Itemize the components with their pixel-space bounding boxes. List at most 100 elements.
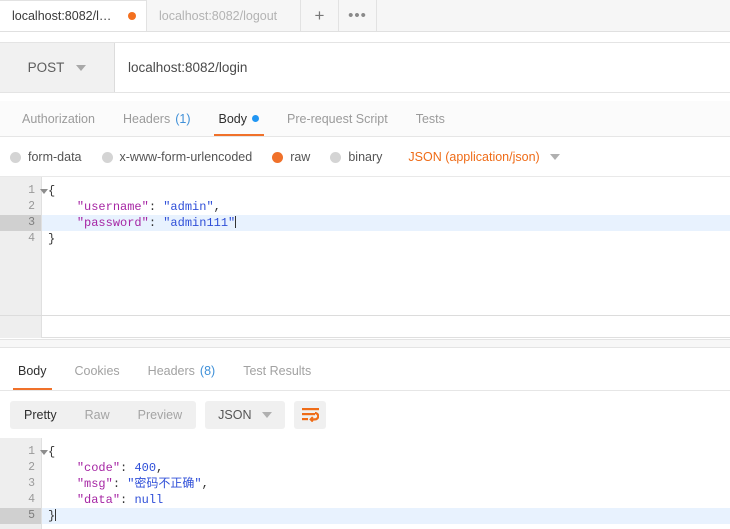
code-token: } [48, 509, 56, 523]
code-token: : [148, 200, 164, 214]
view-label: Pretty [24, 408, 57, 422]
request-tab-label: localhost:8082/login [12, 9, 115, 23]
format-label: JSON [218, 408, 252, 422]
response-tab-body[interactable]: Body [4, 352, 61, 390]
word-wrap-toggle[interactable] [294, 401, 327, 429]
body-type-label: x-www-form-urlencoded [119, 150, 253, 164]
request-editor-code[interactable]: { "username": "admin", "password": "admi… [42, 177, 730, 315]
tab-label: Headers [147, 364, 195, 378]
code-line: "password": "admin111" [42, 215, 730, 231]
request-tab-logout[interactable]: localhost:8082/logout [146, 0, 301, 31]
chevron-down-icon [262, 412, 273, 418]
tab-pre-request-script[interactable]: Pre-request Script [273, 101, 402, 136]
request-editor-gutter: 12 34 [0, 177, 48, 315]
code-token: , [213, 200, 221, 214]
code-line: { [42, 183, 730, 199]
code-token: "admin111" [163, 216, 236, 230]
body-type-label: raw [290, 150, 311, 164]
body-type-form-data[interactable]: form-data [10, 150, 82, 164]
request-tab-label: localhost:8082/logout [159, 8, 278, 23]
ellipsis-icon: ••• [348, 7, 367, 24]
code-token: } [48, 232, 56, 246]
request-editor-footer-gutter [0, 316, 42, 338]
body-present-dot-icon [252, 115, 259, 122]
code-token: "code" [76, 461, 121, 475]
http-method-selector[interactable]: POST [0, 43, 115, 92]
code-token: 400 [134, 461, 157, 475]
response-body-editor[interactable]: 12 3 4 5 { "code": 400, "msg": "密码不正确", "da… [0, 438, 730, 529]
content-type-selector[interactable]: JSON (application/json) [408, 150, 560, 164]
headers-count: (1) [175, 111, 191, 126]
code-token: , [201, 477, 209, 491]
code-token: : [120, 461, 135, 475]
word-wrap-icon [301, 408, 319, 422]
code-token: , [156, 461, 164, 475]
tab-label: Headers [122, 111, 171, 126]
response-format-selector[interactable]: JSON [205, 401, 286, 429]
response-editor-code[interactable]: { "code": 400, "msg": "密码不正确", "data": n… [42, 438, 730, 529]
chevron-down-icon [76, 64, 87, 71]
code-token: { [48, 445, 56, 459]
radio-icon [330, 151, 342, 163]
view-pretty[interactable]: Pretty [10, 401, 71, 429]
code-token: "data" [76, 493, 121, 507]
request-tab-strip: localhost:8082/login localhost:8082/logo… [0, 0, 730, 32]
body-type-row: form-data x-www-form-urlencoded raw bina… [0, 138, 730, 177]
panel-splitter[interactable] [0, 339, 730, 348]
view-preview[interactable]: Preview [124, 401, 196, 429]
tab-label: Test Results [243, 364, 312, 378]
url-text: localhost:8082/login [128, 60, 248, 75]
code-line: "code": 400, [42, 460, 730, 476]
body-type-label: binary [348, 150, 383, 164]
code-line: "username": "admin", [42, 199, 730, 215]
chevron-down-icon [549, 154, 560, 160]
tab-options-button[interactable]: ••• [339, 0, 377, 31]
request-editor-footer [0, 316, 730, 338]
code-line: "msg": "密码不正确", [42, 476, 730, 492]
tab-body[interactable]: Body [205, 101, 274, 136]
body-type-urlencoded[interactable]: x-www-form-urlencoded [101, 150, 253, 164]
response-tab-cookies[interactable]: Cookies [61, 352, 134, 390]
code-token: "username" [76, 200, 149, 214]
line-number: 4 [28, 232, 35, 245]
code-line: "data": null [42, 492, 730, 508]
tab-headers[interactable]: Headers (1) [109, 101, 205, 136]
request-body-editor[interactable]: 12 34 { "username": "admin", "password": … [0, 177, 730, 316]
response-tab-headers[interactable]: Headers (8) [134, 352, 230, 390]
code-token: null [134, 493, 164, 507]
view-raw[interactable]: Raw [71, 401, 124, 429]
code-token: : [112, 477, 128, 491]
body-type-binary[interactable]: binary [330, 150, 382, 164]
tab-label: Tests [415, 111, 445, 126]
tab-label: Authorization [22, 111, 95, 126]
body-type-raw[interactable]: raw [272, 150, 310, 164]
tab-label: Pre-request Script [287, 111, 388, 126]
response-section-tabs: Body Cookies Headers (8) Test Results [0, 352, 730, 391]
response-toolbar: Pretty Raw Preview JSON [0, 392, 730, 438]
content-type-label: JSON (application/json) [408, 150, 540, 164]
text-caret [55, 509, 57, 521]
code-token: "admin" [163, 200, 214, 214]
tab-authorization[interactable]: Authorization [8, 101, 109, 136]
radio-icon [10, 151, 21, 163]
new-tab-button[interactable]: + [301, 0, 339, 31]
line-number: 3 [0, 215, 41, 231]
request-tab-login[interactable]: localhost:8082/login [0, 0, 147, 31]
url-input[interactable]: localhost:8082/login [115, 43, 730, 92]
code-token: : [148, 216, 164, 230]
radio-icon [101, 151, 113, 163]
response-view-switcher: Pretty Raw Preview [10, 401, 197, 429]
line-number: 4 [28, 493, 35, 506]
request-url-bar: POST localhost:8082/login [0, 42, 730, 93]
tab-label: Body [218, 111, 248, 126]
response-tab-test-results[interactable]: Test Results [229, 352, 325, 390]
response-headers-count: (8) [199, 364, 216, 378]
plus-icon: + [314, 5, 325, 25]
text-caret [235, 216, 237, 228]
tab-tests[interactable]: Tests [402, 101, 459, 136]
radio-icon-selected [272, 151, 284, 163]
line-number: 5 [0, 508, 41, 524]
